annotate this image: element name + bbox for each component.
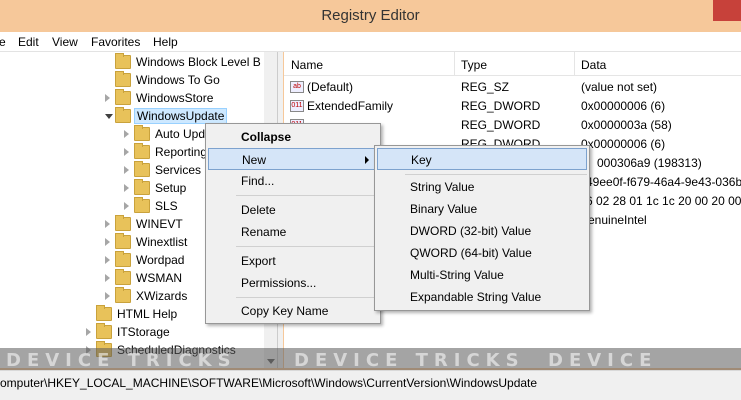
expand-arrow-icon[interactable] bbox=[105, 94, 110, 102]
list-row[interactable]: 011 ExtendedFamily REG_DWORD 0x00000006 (6) bbox=[284, 97, 741, 116]
watermark-text: DEVICE TRICKS bbox=[294, 350, 525, 371]
menu-item-string-value[interactable]: String Value bbox=[377, 176, 587, 198]
folder-icon bbox=[134, 125, 150, 141]
column-separator[interactable] bbox=[574, 52, 575, 76]
column-type[interactable]: Type bbox=[461, 58, 487, 72]
folder-icon bbox=[96, 323, 112, 339]
folder-icon bbox=[96, 305, 112, 321]
menu-item-qword-value[interactable]: QWORD (64-bit) Value bbox=[377, 242, 587, 264]
folder-icon bbox=[115, 233, 131, 249]
menu-separator bbox=[236, 246, 378, 247]
collapse-arrow-icon[interactable] bbox=[105, 114, 113, 119]
string-value-icon: ab bbox=[290, 81, 304, 93]
menu-favorites[interactable]: Favorites bbox=[91, 35, 140, 49]
folder-icon bbox=[134, 179, 150, 195]
expand-arrow-icon[interactable] bbox=[124, 148, 129, 156]
folder-icon bbox=[115, 71, 131, 87]
menu-separator bbox=[236, 195, 378, 196]
menu-item-key[interactable]: Key bbox=[377, 148, 587, 170]
expand-arrow-icon[interactable] bbox=[86, 328, 91, 336]
menu-edit[interactable]: Edit bbox=[18, 35, 39, 49]
menu-item-permissions[interactable]: Permissions... bbox=[208, 272, 378, 294]
menu-item-export[interactable]: Export bbox=[208, 250, 378, 272]
expand-arrow-icon[interactable] bbox=[124, 130, 129, 138]
binary-value-icon: 011 bbox=[290, 100, 304, 112]
menu-item-rename[interactable]: Rename bbox=[208, 221, 378, 243]
menu-help[interactable]: Help bbox=[153, 35, 178, 49]
menu-item-find[interactable]: Find... bbox=[208, 170, 378, 192]
expand-arrow-icon[interactable] bbox=[105, 238, 110, 246]
folder-icon bbox=[115, 287, 131, 303]
menu-item-new[interactable]: New bbox=[208, 148, 378, 170]
folder-icon bbox=[115, 215, 131, 231]
menu-item-dword-value[interactable]: DWORD (32-bit) Value bbox=[377, 220, 587, 242]
expand-arrow-icon[interactable] bbox=[124, 202, 129, 210]
expand-arrow-icon[interactable] bbox=[124, 166, 129, 174]
folder-icon bbox=[134, 197, 150, 213]
menu-view[interactable]: View bbox=[52, 35, 78, 49]
list-row[interactable]: ab (Default) REG_SZ (value not set) bbox=[284, 78, 741, 97]
expand-arrow-icon[interactable] bbox=[124, 184, 129, 192]
folder-icon bbox=[134, 161, 150, 177]
folder-icon bbox=[115, 89, 131, 105]
window-title: Registry Editor bbox=[321, 7, 420, 24]
list-header: Name Type Data bbox=[284, 52, 741, 76]
menu-item-collapse[interactable]: Collapse bbox=[208, 126, 378, 148]
title-bar: Registry Editor bbox=[0, 0, 741, 32]
expand-arrow-icon[interactable] bbox=[105, 220, 110, 228]
folder-icon bbox=[134, 143, 150, 159]
menu-separator bbox=[236, 297, 378, 298]
menu-item-binary-value[interactable]: Binary Value bbox=[377, 198, 587, 220]
menu-item-expandable-string-value[interactable]: Expandable String Value bbox=[377, 286, 587, 308]
menu-bar: e Edit View Favorites Help bbox=[0, 32, 741, 52]
context-menu: Collapse New Find... Delete Rename Expor… bbox=[205, 123, 381, 324]
menu-item-copy-key-name[interactable]: Copy Key Name bbox=[208, 300, 378, 322]
submenu-arrow-icon bbox=[365, 156, 369, 164]
expand-arrow-icon[interactable] bbox=[105, 256, 110, 264]
expand-arrow-icon[interactable] bbox=[105, 292, 110, 300]
folder-icon bbox=[115, 269, 131, 285]
column-separator[interactable] bbox=[454, 52, 455, 76]
watermark-text: DEVICE TRICKS bbox=[6, 350, 237, 371]
menu-item-multi-string-value[interactable]: Multi-String Value bbox=[377, 264, 587, 286]
new-submenu: Key String Value Binary Value DWORD (32-… bbox=[374, 145, 590, 311]
folder-icon bbox=[115, 251, 131, 267]
watermark-band: DEVICE TRICKS DEVICE TRICKS DEVICE TRICK… bbox=[0, 348, 741, 392]
status-path: omputer\HKEY_LOCAL_MACHINE\SOFTWARE\Micr… bbox=[0, 376, 538, 390]
menu-file[interactable]: e bbox=[0, 35, 6, 49]
column-name[interactable]: Name bbox=[291, 58, 323, 72]
expand-arrow-icon[interactable] bbox=[105, 274, 110, 282]
column-data[interactable]: Data bbox=[581, 58, 606, 72]
menu-separator bbox=[405, 174, 587, 175]
folder-icon bbox=[115, 53, 131, 69]
folder-open-icon bbox=[115, 107, 131, 123]
status-bar: omputer\HKEY_LOCAL_MACHINE\SOFTWARE\Micr… bbox=[0, 370, 741, 400]
close-button[interactable] bbox=[713, 0, 741, 21]
menu-item-delete[interactable]: Delete bbox=[208, 199, 378, 221]
